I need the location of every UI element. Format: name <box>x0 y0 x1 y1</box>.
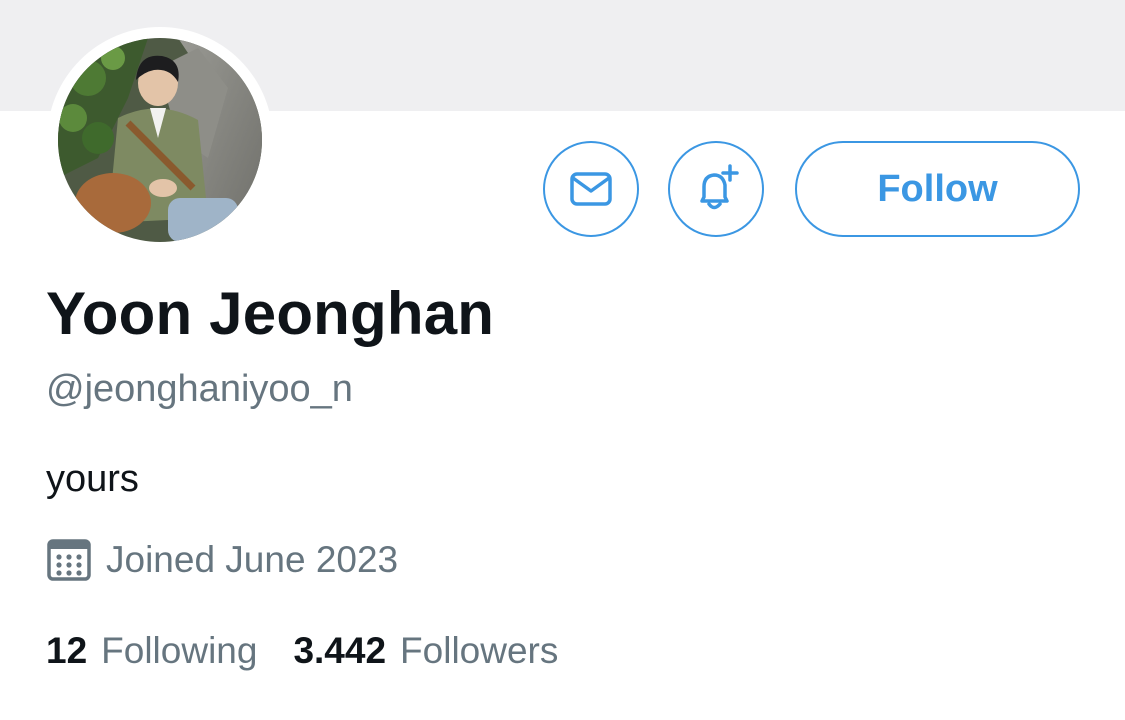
followers-label: Followers <box>400 630 559 671</box>
follow-button[interactable]: Follow <box>795 141 1080 237</box>
envelope-icon <box>570 172 612 206</box>
bell-plus-icon <box>700 164 739 210</box>
display-name: Yoon Jeonghan <box>46 280 495 347</box>
calendar-icon <box>46 537 92 583</box>
following-count: 12 <box>46 630 88 671</box>
avatar[interactable] <box>58 38 262 242</box>
notifications-button[interactable] <box>668 141 764 237</box>
bio-text: yours <box>46 458 139 500</box>
joined-date-text: Joined June 2023 <box>106 539 399 580</box>
message-button[interactable] <box>543 141 639 237</box>
followers-count: 3.442 <box>293 630 387 671</box>
profile-stats: 12 Following 3.442 Followers <box>46 626 558 676</box>
followers-link[interactable]: 3.442 Followers <box>293 630 558 672</box>
following-link[interactable]: 12 Following <box>46 630 257 672</box>
profile-page: Follow Yoon Jeonghan @jeonghaniyoo_n you… <box>0 0 1125 720</box>
following-label: Following <box>101 630 258 671</box>
joined-date-row: Joined June 2023 <box>46 535 398 585</box>
avatar-photo <box>58 38 262 242</box>
user-handle: @jeonghaniyoo_n <box>46 368 353 410</box>
